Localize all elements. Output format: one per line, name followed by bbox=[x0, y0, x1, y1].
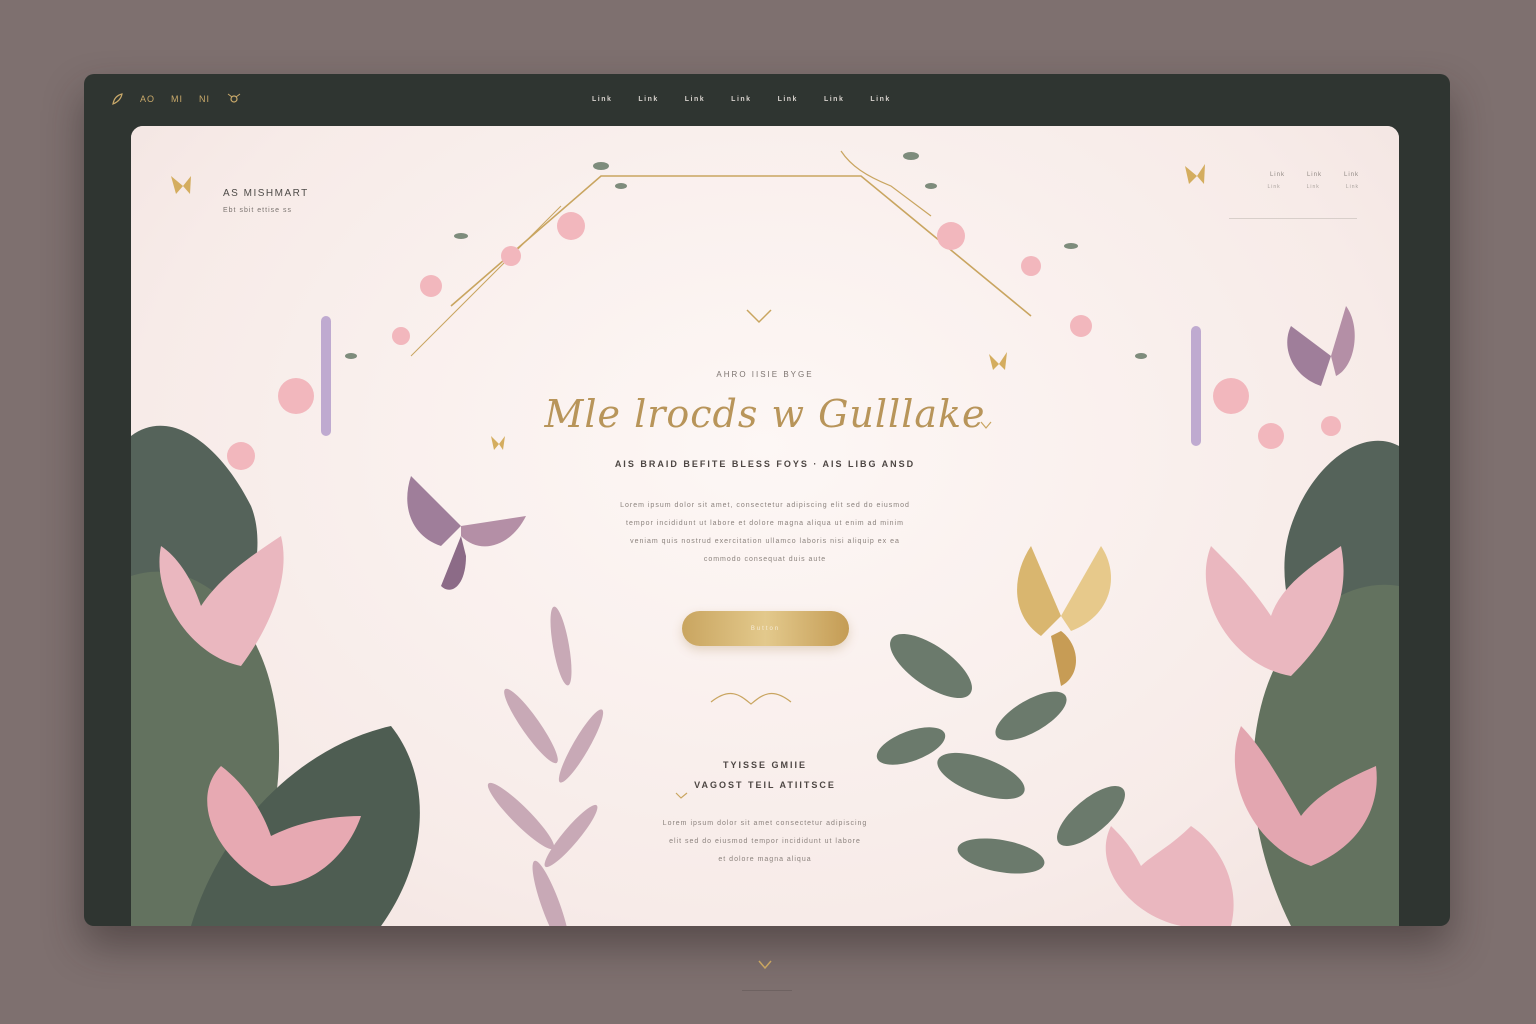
butterfly-purple-icon bbox=[407, 476, 526, 590]
hero-panel: AS MISHMART Ebt sbit ettise ss Link Link… bbox=[131, 126, 1399, 926]
nav-item-5[interactable]: Link bbox=[778, 96, 798, 103]
section-body-line: Lorem ipsum dolor sit amet consectetur a… bbox=[662, 820, 868, 827]
top-right-sublinks: Link Link Link bbox=[1267, 184, 1359, 190]
browser-frame: AO MI NI Link Link Link Link Link Link L… bbox=[84, 74, 1450, 926]
hero-eyebrow: AHRO IISIE BYGE bbox=[716, 370, 814, 379]
main-nav: Link Link Link Link Link Link Link bbox=[592, 96, 891, 103]
brand-tagline: Ebt sbit ettise ss bbox=[223, 207, 292, 214]
topbar-item[interactable]: MI bbox=[171, 94, 183, 104]
section-body-line: et dolore magna aliqua bbox=[718, 856, 812, 863]
section-title-line1: TYISSE GMIIE bbox=[722, 760, 807, 770]
hero-body-line: commodo consequat duis aute bbox=[703, 556, 827, 563]
top-right-sublink: Link bbox=[1267, 184, 1281, 190]
hero-body-line: veniam quis nostrud exercitation ullamco… bbox=[630, 538, 900, 545]
hero-tagline: AIS BRAID BEFITE BLESS FOYS · AIS LIBG A… bbox=[614, 459, 916, 469]
top-right-sublink: Link bbox=[1345, 184, 1359, 190]
nav-item-6[interactable]: Link bbox=[824, 96, 844, 103]
section-body-line: elit sed do eiusmod tempor incididunt ut… bbox=[669, 838, 861, 845]
hero-title: Mle lrocds w Gulllake bbox=[544, 392, 986, 436]
topbar-left: AO MI NI bbox=[110, 92, 241, 106]
cta-button[interactable]: Button bbox=[682, 611, 849, 646]
top-right-link[interactable]: Link bbox=[1270, 172, 1285, 178]
section-title-line2: VAGOST TEIL ATIITSCE bbox=[694, 780, 836, 790]
nav-item-2[interactable]: Link bbox=[638, 96, 658, 103]
hero-body-line: Lorem ipsum dolor sit amet, consectetur … bbox=[620, 502, 910, 509]
leaf-logo-icon[interactable] bbox=[110, 92, 124, 106]
top-right-links: Link Link Link bbox=[1270, 172, 1359, 178]
top-right-sublink: Link bbox=[1306, 184, 1320, 190]
flower-icon[interactable] bbox=[226, 92, 241, 106]
topbar-item[interactable]: AO bbox=[140, 94, 155, 104]
nav-item-1[interactable]: Link bbox=[592, 96, 612, 103]
nav-item-3[interactable]: Link bbox=[685, 96, 705, 103]
top-right-link[interactable]: Link bbox=[1344, 172, 1359, 178]
topbar-item[interactable]: NI bbox=[199, 94, 210, 104]
scroll-down-chevron-icon[interactable] bbox=[757, 958, 773, 972]
butterfly-gold-icon bbox=[1017, 546, 1111, 686]
divider bbox=[1229, 218, 1357, 219]
scroll-indicator-line bbox=[742, 990, 792, 991]
nav-item-7[interactable]: Link bbox=[870, 96, 890, 103]
top-right-link[interactable]: Link bbox=[1307, 172, 1322, 178]
brand-name[interactable]: AS MISHMART bbox=[223, 188, 309, 199]
nav-item-4[interactable]: Link bbox=[731, 96, 751, 103]
hero-body-line: tempor incididunt ut labore et dolore ma… bbox=[626, 520, 904, 527]
